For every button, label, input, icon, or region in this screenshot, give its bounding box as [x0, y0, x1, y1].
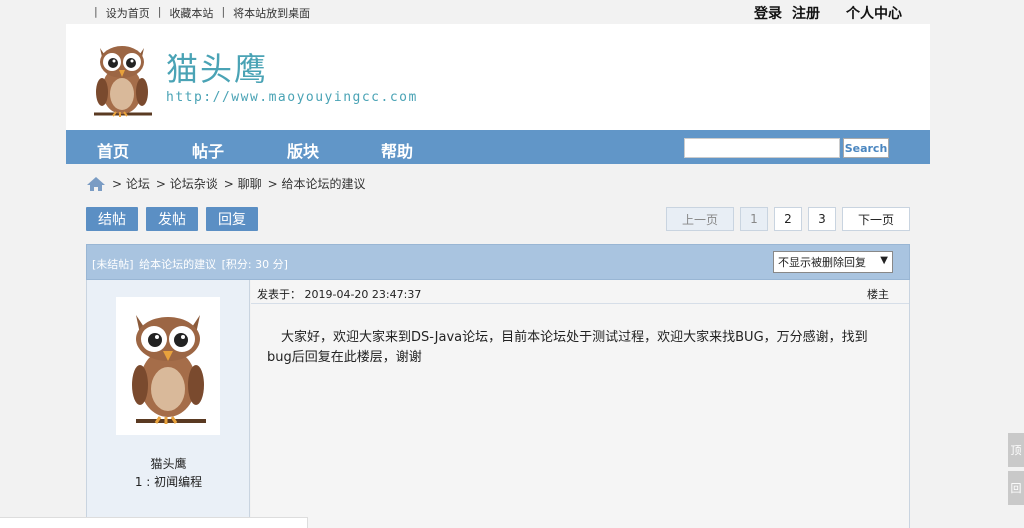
post-info-bar: 发表于： 2019-04-20 23:47:37 楼主: [251, 280, 909, 304]
search-button[interactable]: Search: [843, 138, 889, 158]
site-header: 猫头鹰 http://www.maoyouyingcc.com: [66, 24, 930, 130]
breadcrumb-current: > 给本论坛的建议: [267, 177, 366, 191]
user-center-link[interactable]: 个人中心: [846, 3, 902, 23]
owl-logo-icon[interactable]: [86, 34, 156, 122]
nav-item-boards[interactable]: 版块: [287, 138, 319, 162]
search-input[interactable]: [684, 138, 840, 158]
thread-status: [未结帖]: [92, 258, 134, 271]
nav-item-help[interactable]: 帮助: [381, 138, 413, 162]
post-content: 大家好，欢迎大家来到DS-Java论坛，目前本论坛处于测试过程，欢迎大家来找BU…: [267, 330, 868, 365]
home-icon[interactable]: [86, 176, 106, 192]
bottom-popup: [0, 517, 308, 528]
site-title: 猫头鹰: [166, 50, 269, 88]
separator: |: [221, 5, 226, 18]
prev-page-button[interactable]: 上一页: [666, 207, 734, 231]
new-post-button[interactable]: 发帖: [146, 207, 198, 231]
login-link[interactable]: 登录: [754, 3, 782, 23]
thread-meta: [未结帖] 给本论坛的建议 [积分: 30 分]: [92, 256, 288, 272]
breadcrumb-chat[interactable]: > 论坛杂谈: [156, 175, 218, 192]
page-1-button[interactable]: 1: [740, 207, 768, 231]
separator: |: [94, 5, 98, 18]
back-to-top-button[interactable]: 顶: [1008, 433, 1024, 467]
close-thread-button[interactable]: 结帖: [86, 207, 138, 231]
desktop-shortcut-link[interactable]: 将本站放到桌面: [233, 5, 310, 21]
post-body: 发表于： 2019-04-20 23:47:37 楼主 大家好，欢迎大家来到DS…: [251, 280, 909, 528]
owl-avatar-icon: [132, 315, 206, 424]
reply-filter-select[interactable]: 不显示被删除回复 ▼: [773, 251, 893, 273]
bookmark-link[interactable]: 收藏本站: [169, 5, 213, 21]
post-author-panel: 猫头鹰 1 : 初闻编程: [87, 280, 250, 528]
post-floor: 楼主: [867, 288, 889, 301]
thread-points: [积分: 30 分]: [221, 258, 288, 271]
reply-filter-value: 不显示被删除回复: [778, 256, 866, 269]
main-nav: 首页 帖子 版块 帮助 Search: [66, 130, 930, 164]
chevron-down-icon: ▼: [880, 255, 888, 266]
set-homepage-link[interactable]: 设为首页: [106, 5, 150, 21]
breadcrumb-forum[interactable]: > 论坛: [112, 175, 150, 192]
top-bar: | 设为首页 | 收藏本站 | 将本站放到桌面 登录 注册 个人中心: [0, 0, 1024, 24]
account-links: 登录 注册 个人中心: [754, 3, 902, 23]
top-links: | 设为首页 | 收藏本站 | 将本站放到桌面: [86, 5, 310, 21]
post-date: 发表于： 2019-04-20 23:47:37: [257, 288, 422, 301]
thread-title: 给本论坛的建议: [139, 258, 217, 271]
breadcrumb-talk[interactable]: > 聊聊: [224, 175, 262, 192]
author-name[interactable]: 猫头鹰: [87, 455, 250, 472]
separator: |: [157, 5, 162, 18]
site-url: http://www.maoyouyingcc.com: [166, 90, 418, 105]
breadcrumb: > 论坛 > 论坛杂谈 > 聊聊 > 给本论坛的建议: [86, 175, 372, 192]
next-page-button[interactable]: 下一页: [842, 207, 910, 231]
author-level: 1 : 初闻编程: [134, 475, 203, 489]
reply-button[interactable]: 回复: [206, 207, 258, 231]
avatar[interactable]: [116, 297, 220, 435]
post: 猫头鹰 1 : 初闻编程 发表于： 2019-04-20 23:47:37 楼主…: [86, 280, 910, 528]
nav-item-home[interactable]: 首页: [97, 138, 129, 162]
side-float-button[interactable]: 回: [1008, 471, 1024, 505]
nav-item-posts[interactable]: 帖子: [192, 138, 224, 162]
register-link[interactable]: 注册: [792, 3, 820, 23]
thread-header: [未结帖] 给本论坛的建议 [积分: 30 分] 不显示被删除回复 ▼: [86, 244, 910, 280]
page-3-button[interactable]: 3: [808, 207, 836, 231]
page-2-button[interactable]: 2: [774, 207, 802, 231]
